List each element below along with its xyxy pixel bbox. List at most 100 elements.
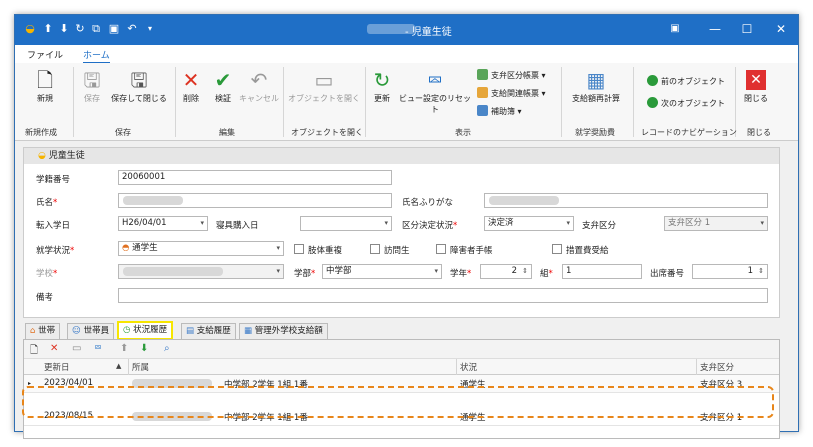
report-icon bbox=[477, 69, 488, 80]
grade-stepper[interactable]: 2 ⇕ bbox=[480, 264, 532, 279]
checkbox-visiting-student[interactable]: 訪問生 bbox=[370, 244, 410, 256]
recalc-button[interactable]: ▦ 支給額再計算 bbox=[565, 67, 627, 104]
payment-icon: ▤ bbox=[186, 326, 195, 336]
save-icon[interactable]: ▣ bbox=[107, 22, 121, 36]
purchase-date-field[interactable]: ▾ bbox=[300, 216, 392, 231]
kana-field[interactable] bbox=[484, 193, 768, 208]
column-divider bbox=[696, 359, 697, 375]
close-form-button[interactable]: ✕ 閉じる bbox=[741, 67, 771, 104]
maximize-button[interactable]: ☐ bbox=[737, 21, 757, 37]
app-icon: ◒ bbox=[25, 22, 35, 35]
menu-file[interactable]: ファイル bbox=[27, 48, 63, 61]
book-icon bbox=[477, 105, 488, 116]
ribbon-separator bbox=[73, 67, 74, 137]
dropdown-icon[interactable]: ▾ bbox=[143, 22, 157, 36]
grade-label: 学年* bbox=[450, 269, 472, 279]
tab-household[interactable]: ⌂ 世帯 bbox=[25, 323, 61, 339]
delete-button[interactable]: ✕ 削除 bbox=[177, 67, 205, 104]
ribbon-separator bbox=[365, 67, 366, 137]
support-select[interactable]: 支弁区分 1 ▾ bbox=[664, 216, 768, 231]
group-label-navigation: レコードのナビゲーション bbox=[641, 128, 737, 137]
tab-household-member[interactable]: ☺ 世帯員 bbox=[67, 323, 115, 339]
up-arrow-icon[interactable]: ⬆ bbox=[120, 343, 128, 354]
transfer-date-label: 転入学日 bbox=[36, 221, 71, 231]
support-related-report-button[interactable]: 支給関連帳票 ▾ bbox=[477, 87, 546, 99]
vertical-scrollbar[interactable] bbox=[785, 141, 798, 431]
cancel-button[interactable]: ↶ キャンセル bbox=[239, 67, 279, 104]
dept-select[interactable]: 中学部 ▾ bbox=[322, 264, 442, 279]
decision-select[interactable]: 決定済 ▾ bbox=[484, 216, 574, 231]
next-object-button[interactable]: 次のオブジェクト bbox=[647, 97, 725, 109]
close-button[interactable]: ✕ bbox=[771, 21, 791, 37]
seat-stepper[interactable]: 1 ⇕ bbox=[692, 264, 768, 279]
student-no-label: 学籍番号 bbox=[36, 175, 71, 185]
col-affiliation[interactable]: 所属 bbox=[132, 361, 149, 373]
search-icon[interactable]: ⌕ bbox=[164, 343, 170, 354]
save-button[interactable]: 🖫 保存 bbox=[79, 67, 105, 104]
student-no-field[interactable]: 20060001 bbox=[118, 170, 392, 185]
report-icon bbox=[477, 87, 488, 98]
ribbon: 🗋 新規 🖫 保存 🖫 保存して閉じる ✕ 削除 ✔ 検証 ↶ キャンセル ▭ オブジェクトを… bbox=[15, 63, 798, 141]
save-close-button[interactable]: 🖫 保存して閉じる bbox=[109, 67, 169, 104]
transfer-date-field[interactable]: H26/04/01 ▾ bbox=[118, 216, 208, 231]
redacted-value bbox=[123, 267, 223, 276]
undo-icon[interactable]: ↶ bbox=[125, 22, 139, 36]
export-icon[interactable]: ⮹ bbox=[94, 343, 102, 354]
checkbox-disability-certificate[interactable]: 障害者手帳 bbox=[436, 244, 493, 256]
column-divider bbox=[456, 359, 457, 375]
col-support[interactable]: 支弁区分 bbox=[700, 361, 734, 373]
reset-view-button[interactable]: ⮹ ビュー設定のリセット bbox=[399, 67, 471, 115]
new-row-icon[interactable]: 🗋 bbox=[30, 343, 38, 360]
save-close-icon: 🖫 bbox=[130, 68, 148, 92]
chevron-down-icon: ▾ bbox=[566, 219, 570, 227]
chevron-down-icon: ▾ bbox=[384, 219, 388, 227]
refresh-icon: ↻ bbox=[373, 68, 391, 92]
refresh-button[interactable]: ↻ 更新 bbox=[369, 67, 395, 104]
refresh-icon[interactable]: ↻ bbox=[73, 22, 87, 36]
stepper-icon: ⇕ bbox=[522, 267, 528, 275]
down-arrow-icon bbox=[647, 97, 658, 108]
group-label-close: 閉じる bbox=[747, 128, 771, 137]
col-date[interactable]: 更新日 bbox=[44, 361, 70, 373]
menu-home[interactable]: ホーム bbox=[83, 48, 110, 63]
school-select[interactable]: ▾ bbox=[118, 264, 284, 279]
chevron-down-icon: ▾ bbox=[200, 219, 204, 227]
tab-status-history[interactable]: ◷ 状況履歴 bbox=[117, 321, 174, 340]
notes-field[interactable] bbox=[118, 288, 768, 303]
minimize-button[interactable]: — bbox=[705, 21, 725, 37]
auxiliary-book-button[interactable]: 補助簿 ▾ bbox=[477, 105, 522, 117]
restore-button[interactable]: ▣ bbox=[665, 21, 685, 37]
checkbox-measure-cost[interactable]: 措置費受給 bbox=[552, 244, 609, 256]
copy-icon[interactable]: ⧉ bbox=[89, 22, 103, 36]
class-field[interactable]: 1 bbox=[562, 264, 642, 279]
validate-button[interactable]: ✔ 検証 bbox=[209, 67, 237, 104]
clock-icon: ◷ bbox=[123, 325, 131, 335]
student-icon: ◒ bbox=[38, 151, 46, 161]
redacted-value bbox=[123, 196, 183, 205]
down-arrow-icon[interactable]: ⬇ bbox=[140, 343, 148, 354]
group-label-edit: 編集 bbox=[219, 128, 235, 137]
redacted-value bbox=[489, 196, 559, 205]
delete-row-icon[interactable]: ✕ bbox=[50, 343, 58, 354]
support-category-report-button[interactable]: 支弁区分帳票 ▾ bbox=[477, 69, 546, 81]
name-label: 氏名* bbox=[36, 198, 58, 208]
new-button[interactable]: 🗋 新規 bbox=[27, 67, 63, 104]
undo-arrow-icon: ↶ bbox=[250, 68, 268, 92]
checkbox-multiple-disability[interactable]: 肢体重複 bbox=[294, 244, 342, 256]
school-label: 学校* bbox=[36, 269, 58, 279]
name-field[interactable] bbox=[118, 193, 392, 208]
up-icon[interactable]: ⬆ bbox=[41, 22, 55, 36]
new-document-icon: 🗋 bbox=[36, 68, 54, 92]
open-object-icon: ▭ bbox=[314, 68, 334, 92]
tab-external-school[interactable]: ▦ 管理外学校支給額 bbox=[239, 323, 328, 339]
down-icon[interactable]: ⬇ bbox=[57, 22, 71, 36]
status-select[interactable]: ◓ 通学生 ▾ bbox=[118, 241, 284, 256]
group-label-save: 保存 bbox=[115, 128, 131, 137]
open-object-button[interactable]: ▭ オブジェクトを開く bbox=[287, 67, 361, 104]
group-label-new: 新規作成 bbox=[25, 128, 57, 137]
tab-payment-history[interactable]: ▤ 支給履歴 bbox=[181, 323, 236, 339]
open-row-icon[interactable]: ▭ bbox=[72, 343, 81, 354]
prev-object-button[interactable]: 前のオブジェクト bbox=[647, 75, 725, 87]
col-status[interactable]: 状況 bbox=[460, 361, 477, 373]
house-icon: ⌂ bbox=[30, 326, 36, 336]
